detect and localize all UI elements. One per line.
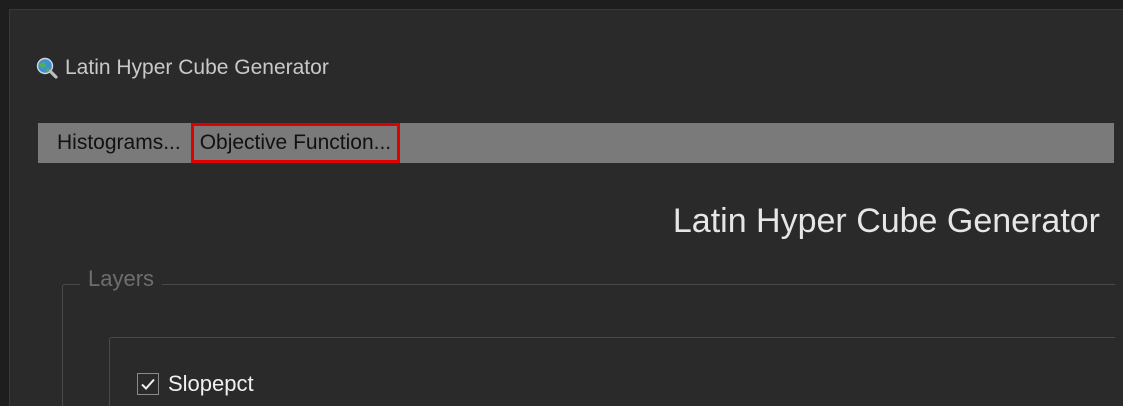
title-bar: Latin Hyper Cube Generator: [36, 54, 329, 82]
layer-row-slopepct[interactable]: Slopepct: [137, 371, 254, 397]
menu-item-histograms[interactable]: Histograms...: [38, 124, 191, 162]
magnifier-globe-icon: [36, 57, 58, 79]
slopepct-label: Slopepct: [168, 371, 254, 396]
layers-list-panel: [109, 337, 1115, 406]
menu-bar: Histograms... Objective Function...: [38, 123, 1114, 163]
window-title: Latin Hyper Cube Generator: [65, 56, 329, 79]
layers-groupbox-label: Layers: [80, 266, 163, 292]
page-title: Latin Hyper Cube Generator: [672, 202, 1100, 240]
menu-item-objective-function[interactable]: Objective Function...: [190, 123, 401, 163]
checkmark-icon: [141, 378, 155, 390]
slopepct-checkbox[interactable]: [137, 373, 159, 395]
screen: Latin Hyper Cube Generator Histograms...…: [0, 0, 1123, 406]
